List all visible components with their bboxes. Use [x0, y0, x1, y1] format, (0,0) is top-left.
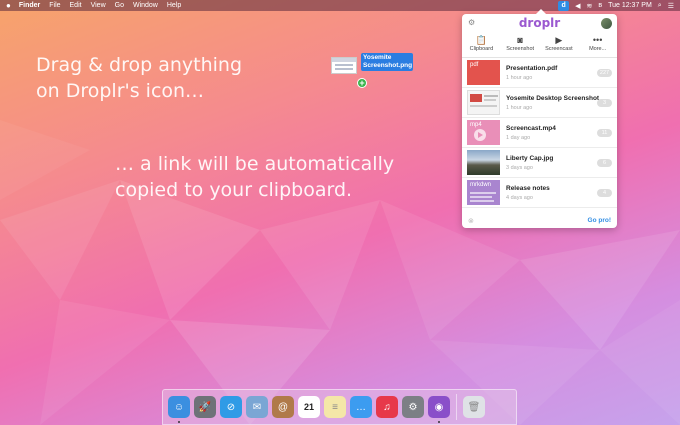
menu-file[interactable]: File — [49, 2, 60, 9]
volume-icon[interactable]: ◀ — [575, 2, 580, 10]
more-icon: ••• — [592, 35, 603, 45]
screenshot-label: Screenshot — [506, 46, 535, 52]
menu-view[interactable]: View — [91, 2, 106, 9]
list-item[interactable]: mp4 Screencast.mp4 1 day ago 11 — [462, 118, 617, 148]
clipboard-label: Clipboard — [469, 46, 494, 52]
hero-line-1: Drag & drop anything — [36, 54, 243, 76]
dock-notes-icon[interactable]: ≡ — [324, 396, 346, 418]
hero-line-3: … a link will be automatically — [115, 153, 395, 175]
view-count-badge: 6 — [597, 159, 612, 167]
dock-calendar-icon[interactable]: 21 — [298, 396, 320, 418]
view-count-badge: 227 — [597, 69, 612, 77]
more-label: More... — [589, 46, 607, 52]
video-icon: ▶ — [555, 35, 563, 45]
screencast-button[interactable]: ▶ Screencast — [540, 34, 579, 57]
popover-footer: ⊗ Go pro! — [462, 213, 617, 228]
dock-droplr-icon[interactable]: ◉ — [428, 396, 450, 423]
screenshot-button[interactable]: ◙ Screenshot — [501, 34, 540, 57]
dock-contacts-icon[interactable]: @ — [272, 396, 294, 418]
close-icon[interactable]: ⊗ — [468, 217, 474, 225]
view-count-badge: 4 — [597, 189, 612, 197]
list-item[interactable]: Liberty Cap.jpg 3 days ago 6 — [462, 148, 617, 178]
wifi-icon[interactable]: ≋ — [586, 2, 592, 10]
copy-plus-icon: + — [357, 78, 367, 88]
popover-toolbar: 📋 Clipboard ◙ Screenshot ▶ Screencast ••… — [462, 34, 617, 58]
camera-icon: ◙ — [517, 35, 523, 45]
clipboard-icon: 📋 — [475, 35, 487, 45]
dock: ☺ 🚀 ⊘ ✉ @21 ≡… ♫ ⚙ ◉ 🗑 — [162, 389, 517, 425]
text-type-label: mrkdwn — [470, 182, 492, 188]
list-item[interactable]: mrkdwn Release notes 4 days ago 4 — [462, 178, 617, 208]
play-icon — [474, 129, 486, 141]
video-thumbnail: mp4 — [467, 120, 500, 145]
menu-window[interactable]: Window — [133, 2, 158, 9]
hero-line-2: on Droplr's icon… — [36, 80, 205, 102]
avatar[interactable] — [601, 18, 612, 29]
dock-trash-icon[interactable]: 🗑 — [463, 396, 485, 418]
text-thumbnail: mrkdwn — [467, 180, 500, 205]
screenshot-thumbnail — [467, 90, 500, 115]
running-indicator — [178, 421, 180, 423]
pdf-type-label: pdf — [470, 62, 479, 68]
notification-center-icon[interactable]: ☰ — [668, 2, 674, 10]
droplr-icon[interactable]: d — [558, 0, 570, 11]
dragged-file-name-1: Yosemite — [363, 54, 392, 61]
menu-go[interactable]: Go — [115, 2, 124, 9]
dragged-file-thumbnail[interactable] — [331, 57, 357, 74]
dock-system-preferences-icon[interactable]: ⚙ — [402, 396, 424, 418]
hero-line-4: copied to your clipboard. — [115, 179, 353, 201]
menu-bar: ● Finder File Edit View Go Window Help d… — [0, 0, 680, 11]
droplr-logo: droplr — [518, 16, 561, 30]
menu-clock[interactable]: Tue 12:37 PM — [608, 2, 652, 9]
view-count-badge: 11 — [597, 129, 612, 137]
file-list: pdf Presentation.pdf 1 hour ago 227 Yosem… — [462, 58, 617, 208]
dragged-file-label: Yosemite Screenshot.png — [361, 53, 413, 71]
menu-help[interactable]: Help — [167, 2, 181, 9]
dock-mail-icon[interactable]: ✉ — [246, 396, 268, 418]
running-indicator — [438, 421, 440, 423]
go-pro-link[interactable]: Go pro! — [588, 217, 611, 224]
photo-thumbnail — [467, 150, 500, 175]
video-type-label: mp4 — [470, 122, 482, 128]
dock-finder-icon[interactable]: ☺ — [168, 396, 190, 423]
spotlight-icon[interactable]: ⌕ — [658, 2, 662, 10]
clipboard-button[interactable]: 📋 Clipboard — [462, 34, 501, 57]
bluetooth-icon[interactable]: ʙ — [598, 2, 602, 9]
dock-messages-icon[interactable]: … — [350, 396, 372, 418]
menu-finder[interactable]: Finder — [19, 2, 40, 9]
list-item[interactable]: Yosemite Desktop Screenshot 1 hour ago 3 — [462, 88, 617, 118]
dock-itunes-icon[interactable]: ♫ — [376, 396, 398, 418]
hero-text-bottom: … a link will be automatically copied to… — [115, 151, 394, 203]
hero-text-top: Drag & drop anything on Droplr's icon… — [36, 52, 242, 104]
screencast-label: Screencast — [545, 46, 573, 52]
pdf-thumbnail: pdf — [467, 60, 500, 85]
menu-edit[interactable]: Edit — [70, 2, 82, 9]
dock-launchpad-icon[interactable]: 🚀 — [194, 396, 216, 418]
apple-menu-icon[interactable]: ● — [6, 1, 11, 10]
dock-safari-icon[interactable]: ⊘ — [220, 396, 242, 418]
more-button[interactable]: ••• More... — [578, 34, 617, 57]
popover-header: ⚙ droplr — [462, 14, 617, 34]
list-item[interactable]: pdf Presentation.pdf 1 hour ago 227 — [462, 58, 617, 88]
droplr-popover: ⚙ droplr 📋 Clipboard ◙ Screenshot ▶ Scre… — [462, 9, 617, 228]
view-count-badge: 3 — [597, 99, 612, 107]
dragged-file-name-2: Screenshot.png — [363, 62, 413, 69]
dock-separator — [456, 394, 457, 420]
